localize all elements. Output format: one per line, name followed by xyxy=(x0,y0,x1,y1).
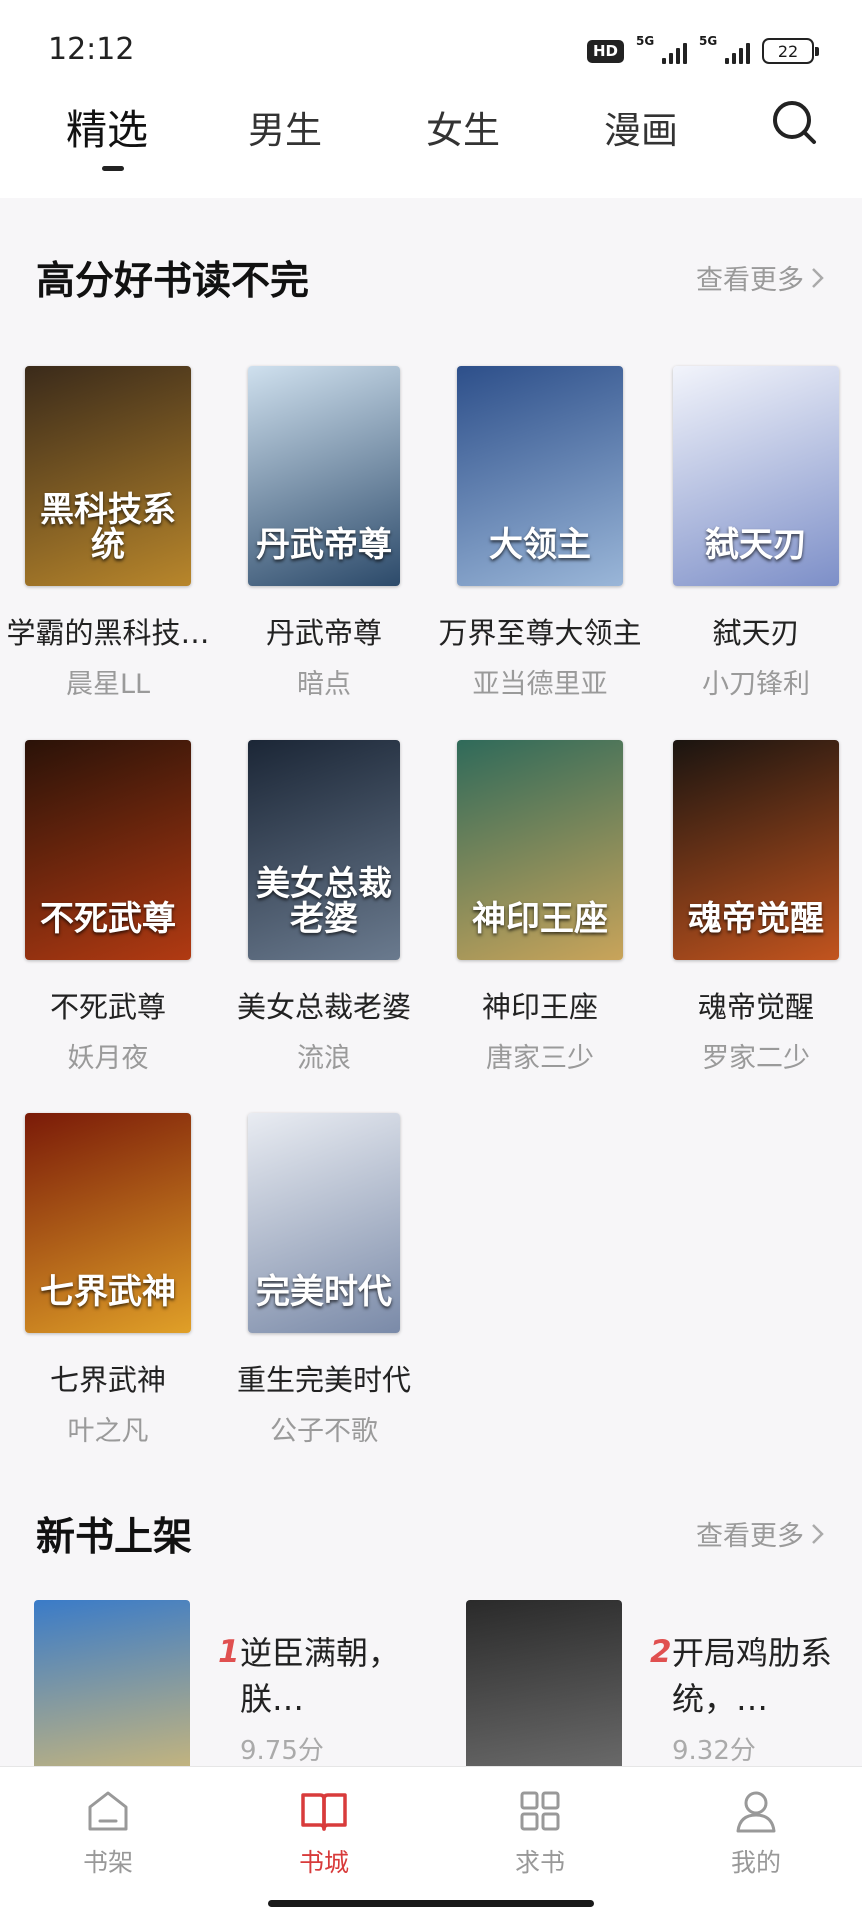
status-time: 12:12 xyxy=(48,32,135,67)
book-title: 弑天刃 xyxy=(712,616,800,650)
book-item[interactable]: 魂帝觉醒 魂帝觉醒 罗家二少 xyxy=(648,740,862,1074)
book-item[interactable]: 不死武尊 不死武尊 妖月夜 xyxy=(0,740,216,1074)
book-item[interactable]: 丹武帝尊 丹武帝尊 暗点 xyxy=(216,366,432,700)
section-title: 高分好书读不完 xyxy=(36,259,310,304)
tab-comics[interactable]: 漫画 xyxy=(576,100,706,154)
book-cover: 不死武尊 xyxy=(25,740,191,960)
hd-icon: HD xyxy=(586,39,624,63)
rank-number: 2 xyxy=(650,1634,672,1670)
bottom-nav: 书架 书城 求书 我的 xyxy=(0,1766,862,1920)
book-author: 罗家二少 xyxy=(702,1043,810,1074)
tab-indicator xyxy=(102,166,124,171)
signal-icon-2: 5G xyxy=(699,34,750,64)
book-author: 妖月夜 xyxy=(67,1043,149,1074)
nav-label: 书城 xyxy=(298,1848,349,1877)
search-icon[interactable] xyxy=(770,98,820,148)
book-cover: 大领主 xyxy=(457,366,623,586)
new-book-item[interactable]: 1 逆臣满朝，朕… 9.75分 xyxy=(34,1600,434,1820)
section-header-new-books: 新书上架 查看更多 xyxy=(36,1506,826,1566)
book-title: 万界至尊大领主 xyxy=(438,616,642,650)
book-item[interactable]: 完美时代重生完美时代 公子不歌 xyxy=(216,1113,432,1447)
cover-title: 大领主 xyxy=(489,525,591,566)
status-bar: 12:12 HD 5G 5G 22 xyxy=(0,0,862,90)
section-header-high-rated: 高分好书读不完 查看更多 xyxy=(36,250,826,310)
nav-label: 我的 xyxy=(730,1848,781,1877)
book-title: 开局鸡肋系统，… xyxy=(672,1634,833,1718)
book-score: 9.32分 xyxy=(672,1736,756,1766)
book-author: 流浪 xyxy=(297,1043,351,1074)
book-item[interactable]: 七界武神 七界武神 叶之凡 xyxy=(0,1113,216,1447)
book-author: 晨星LL xyxy=(65,669,151,700)
book-title: 美女总裁老婆 xyxy=(236,990,411,1024)
cover-title: 黑科技系统 xyxy=(40,489,176,566)
cover-title: 弑天刃 xyxy=(705,525,807,566)
book-title: 魂帝觉醒 xyxy=(697,990,814,1024)
top-tab-bar: 精选 男生 女生 漫画 xyxy=(0,90,862,198)
cover-title: 美女总裁老婆 xyxy=(256,863,392,940)
cover-title: 完美时代 xyxy=(256,1272,392,1313)
bookshelf-icon xyxy=(88,1791,128,1831)
book-cover: 魂帝觉醒 xyxy=(673,740,839,960)
book-item[interactable]: 黑科技系统学霸的黑科技… 晨星LL xyxy=(0,366,216,700)
book-open-icon xyxy=(301,1793,347,1831)
book-author: 公子不歌 xyxy=(270,1416,378,1447)
sim2-label: 5G xyxy=(699,34,718,48)
view-more-link[interactable]: 查看更多 xyxy=(696,258,826,297)
tab-female[interactable]: 女生 xyxy=(398,100,528,154)
book-title: 学霸的黑科技… xyxy=(6,616,210,650)
user-icon xyxy=(736,1791,776,1833)
book-title: 逆臣满朝，朕… xyxy=(240,1634,401,1718)
book-item[interactable]: 美女总裁老婆 美女总裁老婆 流浪 xyxy=(216,740,432,1074)
tab-male[interactable]: 男生 xyxy=(220,100,350,154)
cover-title: 神印王座 xyxy=(472,899,608,940)
book-item[interactable]: 大领主万界至尊大领主 亚当德里亚 xyxy=(432,366,648,700)
grid-icon xyxy=(520,1791,560,1831)
nav-request[interactable]: 求书 xyxy=(480,1785,600,1879)
new-book-item[interactable]: 2 开局鸡肋系统，… 9.32分 xyxy=(466,1600,862,1820)
nav-bookstore[interactable]: 书城 xyxy=(264,1785,384,1879)
view-more-link[interactable]: 查看更多 xyxy=(696,1514,826,1553)
book-cover: 七界武神 xyxy=(25,1113,191,1333)
chevron-right-icon xyxy=(812,1523,824,1544)
signal-icon: 5G xyxy=(636,34,687,64)
book-item[interactable]: 弑天刃 弑天刃 小刀锋利 xyxy=(648,366,862,700)
book-title: 重生完美时代 xyxy=(236,1363,411,1397)
nav-bookshelf[interactable]: 书架 xyxy=(48,1785,168,1879)
book-cover: 黑科技系统 xyxy=(25,366,191,586)
book-cover: 完美时代 xyxy=(248,1113,400,1333)
book-title: 不死武尊 xyxy=(49,990,166,1024)
status-icons: HD 5G 5G 22 xyxy=(586,34,819,68)
cover-title: 七界武神 xyxy=(40,1272,176,1313)
book-author: 亚当德里亚 xyxy=(472,669,608,700)
book-cover: 弑天刃 xyxy=(673,366,839,586)
book-author: 叶之凡 xyxy=(67,1416,149,1447)
rank-number: 1 xyxy=(218,1634,240,1670)
nav-profile[interactable]: 我的 xyxy=(696,1785,816,1879)
book-cover: 美女总裁老婆 xyxy=(248,740,400,960)
book-cover: 丹武帝尊 xyxy=(248,366,400,586)
chevron-right-icon xyxy=(812,267,824,288)
cover-title: 丹武帝尊 xyxy=(256,525,392,566)
book-title: 丹武帝尊 xyxy=(265,616,382,650)
book-author: 唐家三少 xyxy=(486,1043,594,1074)
book-author: 小刀锋利 xyxy=(702,669,810,700)
book-title: 七界武神 xyxy=(49,1363,166,1397)
cover-title: 不死武尊 xyxy=(40,899,176,940)
home-indicator[interactable] xyxy=(268,1900,594,1907)
nav-label: 求书 xyxy=(514,1848,565,1877)
book-item[interactable]: 神印王座 神印王座 唐家三少 xyxy=(432,740,648,1074)
sim1-label: 5G xyxy=(636,34,655,48)
book-cover: 神印王座 xyxy=(457,740,623,960)
section-title: 新书上架 xyxy=(36,1515,193,1560)
view-more-label: 查看更多 xyxy=(696,265,804,296)
book-author: 暗点 xyxy=(297,669,351,700)
cover-title: 魂帝觉醒 xyxy=(688,899,824,940)
nav-label: 书架 xyxy=(82,1848,133,1877)
tab-featured[interactable]: 精选 xyxy=(42,96,172,156)
book-score: 9.75分 xyxy=(240,1736,324,1766)
book-title: 神印王座 xyxy=(481,990,598,1024)
view-more-label: 查看更多 xyxy=(696,1521,804,1552)
battery-icon: 22 xyxy=(762,38,819,64)
